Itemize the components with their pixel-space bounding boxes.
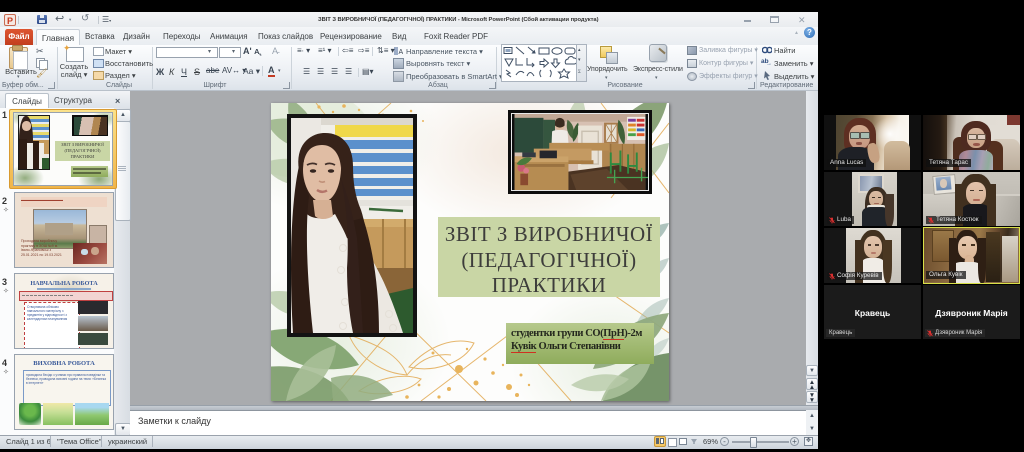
svg-text:A: A: [399, 49, 404, 55]
